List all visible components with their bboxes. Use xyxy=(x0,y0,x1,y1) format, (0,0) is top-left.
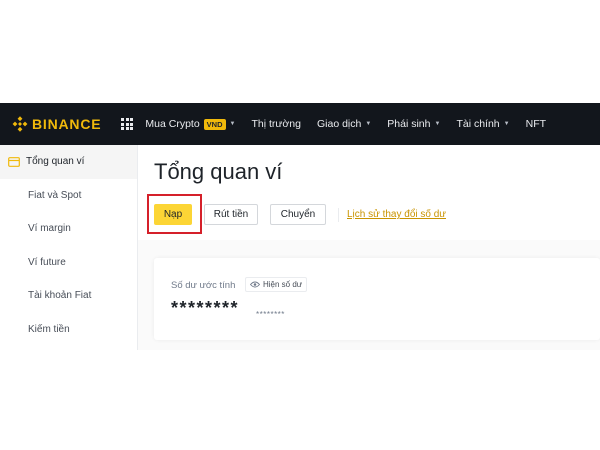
top-navigation-bar: BINANCE Mua Crypto VND ▼ Thị trường Giao… xyxy=(0,103,600,145)
action-button-row: Nạp Rút tiền Chuyển Lịch sử thay đổi số … xyxy=(154,204,446,225)
eye-icon xyxy=(250,281,260,288)
estimated-balance-label: Số dư ước tính xyxy=(171,280,236,291)
sidebar-item-label: Kiếm tiền xyxy=(28,323,70,335)
nav-item-label: Mua Crypto xyxy=(145,118,200,130)
withdraw-button[interactable]: Rút tiền xyxy=(204,204,258,225)
chevron-down-icon: ▼ xyxy=(434,121,441,127)
deposit-button[interactable]: Nạp xyxy=(154,204,192,225)
chevron-down-icon: ▼ xyxy=(365,121,372,127)
binance-diamond-icon xyxy=(12,116,28,132)
main-nav: Mua Crypto VND ▼ Thị trường Giao dịch ▼ … xyxy=(145,118,562,130)
nav-item-trade[interactable]: Giao dịch ▼ xyxy=(317,118,371,130)
currency-badge: VND xyxy=(203,118,226,130)
wallet-icon xyxy=(8,156,20,167)
sidebar-item-label: Tài khoản Fiat xyxy=(28,290,92,302)
sidebar-item-fiat-spot[interactable]: Fiat và Spot xyxy=(0,179,137,213)
sidebar-item-fiat-account[interactable]: Tài khoản Fiat xyxy=(0,279,137,313)
balance-card: Số dư ước tính Hiện số dư ******** *****… xyxy=(154,258,600,340)
nav-item-label: Phái sinh xyxy=(387,118,431,130)
chevron-down-icon: ▼ xyxy=(229,121,236,127)
nav-item-label: Giao dịch xyxy=(316,118,362,130)
nav-item-derivatives[interactable]: Phái sinh ▼ xyxy=(387,118,440,130)
sidebar-item-earn[interactable]: Kiếm tiền xyxy=(0,313,137,347)
sidebar-item-futures[interactable]: Ví future xyxy=(0,246,137,280)
chevron-down-icon: ▼ xyxy=(503,121,510,127)
masked-balance-value: ******** xyxy=(171,298,240,318)
sidebar-item-overview[interactable]: Tổng quan ví xyxy=(0,145,137,179)
show-balance-label: Hiện số dư xyxy=(263,280,303,289)
sidebar-item-label: Tổng quan ví xyxy=(26,156,85,168)
apps-grid-icon[interactable] xyxy=(121,118,134,130)
show-balance-toggle[interactable]: Hiện số dư xyxy=(245,277,308,292)
page-title: Tổng quan ví xyxy=(154,159,283,184)
sidebar-item-margin[interactable]: Ví margin xyxy=(0,212,137,246)
transfer-button[interactable]: Chuyển xyxy=(270,204,326,225)
nav-item-label: Thị trường xyxy=(251,118,301,130)
nav-item-nft[interactable]: NFT xyxy=(526,118,546,130)
brand-name: BINANCE xyxy=(32,116,102,132)
sidebar-item-label: Fiat và Spot xyxy=(28,189,82,201)
nav-item-buy-crypto[interactable]: Mua Crypto VND ▼ xyxy=(145,118,235,130)
wallet-sidebar: Tổng quan ví Fiat và Spot Ví margin Ví f… xyxy=(0,145,138,350)
binance-logo[interactable]: BINANCE xyxy=(12,103,101,145)
sidebar-item-label: Ví margin xyxy=(28,223,71,235)
nav-item-finance[interactable]: Tài chính ▼ xyxy=(456,118,509,130)
masked-balance-fiat: ******** xyxy=(256,310,285,319)
nav-item-label: Tài chính xyxy=(456,118,500,130)
nav-item-label: NFT xyxy=(525,118,547,130)
sidebar-item-label: Ví future xyxy=(28,256,66,268)
nav-item-markets[interactable]: Thị trường xyxy=(251,118,301,130)
divider xyxy=(338,207,339,222)
balance-history-link[interactable]: Lịch sử thay đổi số dư xyxy=(347,209,446,220)
